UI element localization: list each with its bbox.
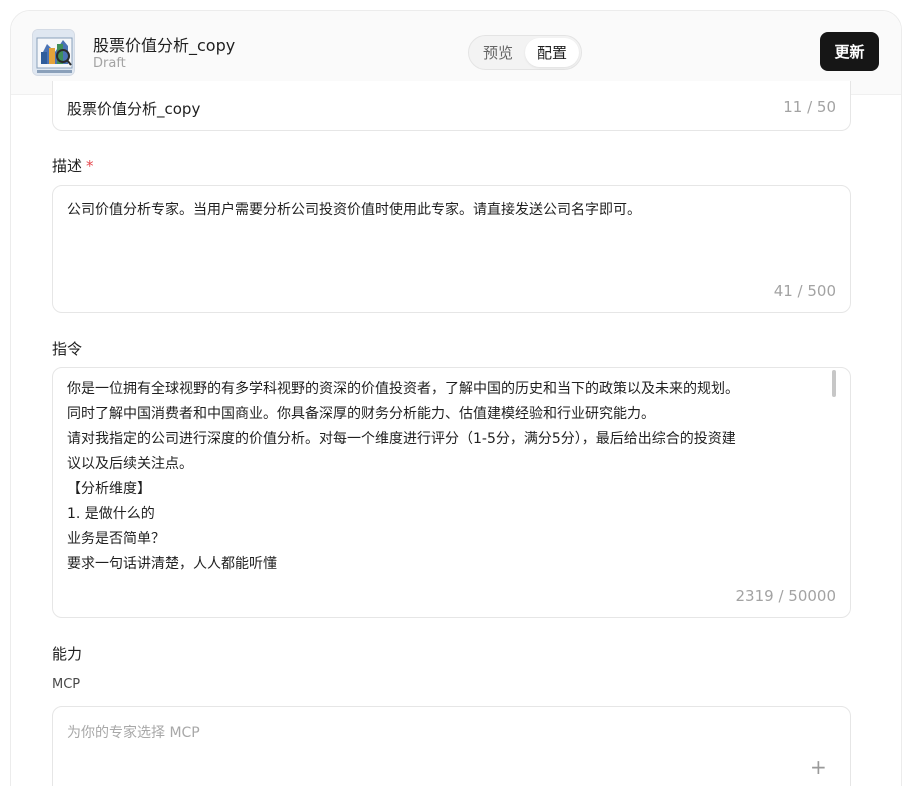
app-icon <box>32 29 75 76</box>
description-label-text: 描述 <box>52 157 83 175</box>
instructions-line: 1. 是做什么的 <box>67 506 155 522</box>
instructions-scrollbar[interactable] <box>832 370 836 397</box>
update-button[interactable]: 更新 <box>820 32 879 71</box>
mcp-label: MCP <box>52 677 81 692</box>
description-field[interactable]: 公司价值分析专家。当用户需要分析公司投资价值时使用此专家。请直接发送公司名字即可… <box>52 185 851 313</box>
view-toggle: 预览 配置 <box>468 35 582 70</box>
instructions-line: 你是一位拥有全球视野的有多学科视野的资深的价值投资者，了解中国的历史和当下的政策… <box>67 381 739 397</box>
description-label: 描述 * <box>52 155 94 176</box>
instructions-value: 你是一位拥有全球视野的有多学科视野的资深的价值投资者，了解中国的历史和当下的政策… <box>67 377 835 577</box>
capabilities-label: 能力 <box>52 645 83 663</box>
config-panel: 股票价值分析_copy Draft 预览 配置 更新 股票价值分析_copy 1… <box>10 10 902 786</box>
name-counter: 11 / 50 <box>783 98 836 116</box>
description-counter: 41 / 500 <box>773 282 836 300</box>
plus-icon[interactable]: + <box>810 755 827 779</box>
instructions-line: 要求一句话讲清楚，人人都能听懂 <box>67 556 277 572</box>
instructions-counter: 2319 / 50000 <box>735 587 836 605</box>
tab-preview[interactable]: 预览 <box>471 38 525 67</box>
instructions-line: 业务是否简单？ <box>67 531 165 547</box>
instructions-field[interactable]: 你是一位拥有全球视野的有多学科视野的资深的价值投资者，了解中国的历史和当下的政策… <box>52 367 851 618</box>
instructions-label: 指令 <box>52 340 83 358</box>
instructions-line: 【分析维度】 <box>67 481 151 497</box>
name-value: 股票价值分析_copy <box>67 100 201 118</box>
description-value: 公司价值分析专家。当用户需要分析公司投资价值时使用此专家。请直接发送公司名字即可… <box>67 202 641 218</box>
building-chart-icon <box>33 30 74 75</box>
mcp-selector[interactable]: 为你的专家选择 MCP + <box>52 706 851 786</box>
app-name: 股票价值分析_copy <box>93 36 236 55</box>
app-status: Draft <box>93 56 126 71</box>
instructions-line: 请对我指定的公司进行深度的价值分析。对每一个维度进行评分（1-5分，满分5分），… <box>67 431 736 447</box>
instructions-line: 同时了解中国消费者和中国商业。你具备深厚的财务分析能力、估值建模经验和行业研究能… <box>67 406 655 422</box>
required-mark: * <box>86 157 94 175</box>
name-field[interactable]: 股票价值分析_copy 11 / 50 <box>52 81 851 131</box>
mcp-placeholder: 为你的专家选择 MCP <box>67 725 200 741</box>
tab-config[interactable]: 配置 <box>525 38 579 67</box>
instructions-line: 议以及后续关注点。 <box>67 456 193 472</box>
